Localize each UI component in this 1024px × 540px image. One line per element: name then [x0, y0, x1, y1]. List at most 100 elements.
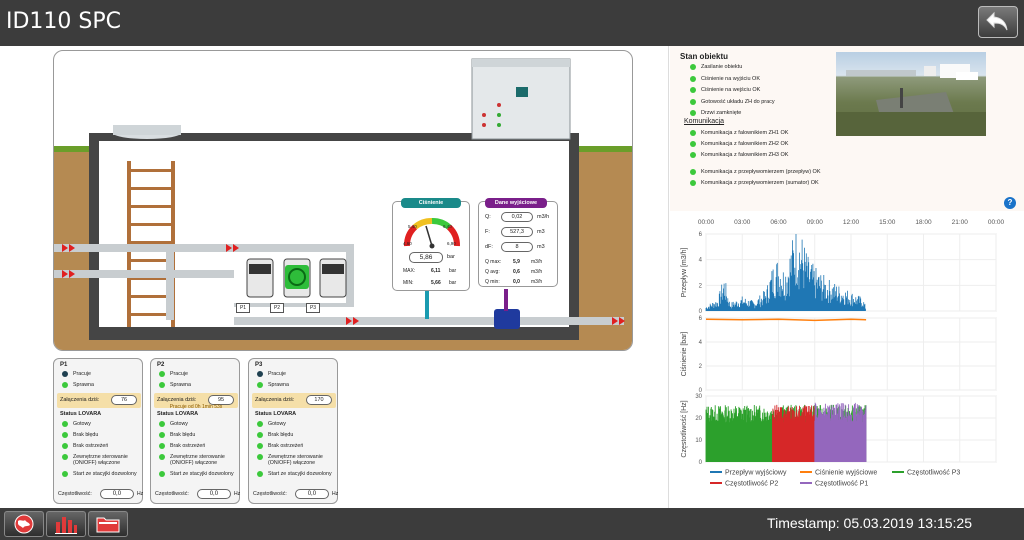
frequency-value: 0,0 — [294, 489, 329, 499]
starts-today-label: Załączenia dziś: — [255, 397, 295, 403]
map-button[interactable] — [4, 511, 44, 537]
panel-divider — [668, 46, 669, 508]
pump-status-row: Gotowy — [257, 421, 286, 427]
x-tick-label: 18:00 — [915, 219, 932, 226]
pressure-value: 5,86 — [409, 252, 443, 263]
status-indicator-icon — [62, 371, 68, 377]
gauge-t1-label: 5,40 — [408, 224, 417, 229]
df-unit: m3 — [537, 244, 545, 250]
gauge-t2-label: 6,40 — [443, 224, 452, 229]
status-item: Drzwi zamknięte — [690, 110, 741, 116]
pump-status-row: Brak błędu — [159, 432, 195, 438]
legend-item: Przepływ wyjściowy — [725, 470, 787, 477]
charts-button[interactable] — [46, 511, 86, 537]
frequency-row: Częstotliwość: 0,0 Hz — [155, 489, 240, 499]
status-title: Stan obiektu — [680, 52, 729, 61]
status-indicator-icon — [159, 382, 165, 388]
output-title: Dane wyjściowe — [485, 198, 547, 208]
status-indicator-icon — [257, 432, 263, 438]
frequency-label: Częstotliwość: — [253, 491, 287, 497]
status-label: Komunikacja z przepływomierzem (sumator)… — [701, 180, 819, 186]
pump-status-label: Zewnętrzne sterowanie (ON/OFF) włączone — [170, 454, 225, 466]
status-indicator-icon — [62, 443, 68, 449]
output-row-q: Q: 0,02 m3/h — [485, 212, 549, 222]
status-label: Gotowość układu ZH do pracy — [701, 98, 775, 105]
pump-status-row: Zewnętrzne sterowanie (ON/OFF) włączone — [257, 454, 336, 466]
gauge-max-label: 6,90 — [447, 241, 456, 246]
pump-status-label: Gotowy — [170, 421, 188, 427]
lovara-status-title: Status LOVARA — [157, 411, 199, 417]
x-tick-label: 06:00 — [770, 219, 787, 226]
lovara-status-title: Status LOVARA — [60, 411, 102, 417]
pump-status-row: Brak ostrzeżeń — [62, 443, 108, 449]
pump-status-row: Brak ostrzeżeń — [257, 443, 303, 449]
x-tick-label: 09:00 — [807, 219, 824, 226]
komunikacja-item: Komunikacja z falownikiem ZH1 OK — [690, 130, 788, 136]
q-value: 0,02 — [501, 212, 533, 222]
frequency-row: Częstotliwość: 0,0 Hz — [58, 489, 143, 499]
starts-today-value: 170 — [306, 395, 332, 405]
pump-status-label: Gotowy — [268, 421, 286, 427]
files-button[interactable] — [88, 511, 128, 537]
back-button[interactable] — [978, 6, 1018, 38]
legend-item: Ciśnienie wyjściowe — [815, 470, 877, 477]
x-tick-label: 15:00 — [879, 219, 896, 226]
pump-status-row: Start ze stacyjki dozwolony — [62, 471, 137, 477]
pump-status-row: Sprawna — [257, 382, 289, 388]
pump-card-p2: P2 Pracuje Sprawna Załączenia dziś: 95 Pracuj… — [150, 358, 240, 504]
df-label: dF: — [485, 244, 493, 250]
legend-item: Częstotliwość P2 — [725, 481, 778, 488]
pump-status-label: Start ze stacyjki dozwolony — [268, 471, 332, 477]
pump-status-label: Brak błędu — [73, 432, 99, 438]
pressure-panel: Ciśnienie 4,60 6,90 5,40 6,40 5,86 bar M… — [392, 198, 470, 291]
title-bar: ID110 SPC — [0, 0, 1024, 46]
starts-today-label: Załączenia dziś: — [157, 397, 197, 403]
status-label: Komunikacja z falownikiem ZH2 OK — [701, 141, 789, 147]
status-indicator-icon — [159, 443, 165, 449]
frequency-value: 0,0 — [99, 489, 134, 499]
bar-chart-icon — [55, 517, 77, 534]
frequency-series-line — [772, 404, 815, 462]
pressure-min-unit: bar — [449, 280, 457, 286]
qavg-label: Q avg: — [485, 269, 500, 275]
status-item: Ciśnienie na wejściu OK — [690, 87, 760, 93]
status-indicator-icon — [690, 87, 696, 93]
y-axis-label: Częstotliwość [Hz] — [681, 400, 688, 457]
status-item: Zasilanie obiektu — [690, 64, 742, 70]
history-chart: 00:00 03:00 06:00 09:00 12:00 15:00 18:00 21:00… — [681, 219, 1005, 488]
starts-today-value: 76 — [111, 395, 137, 405]
y-tick-label: 6 — [699, 316, 703, 322]
status-item: Gotowość układu ZH do pracy — [690, 98, 775, 105]
f-value: 527,3 — [501, 227, 533, 237]
status-indicator-icon — [257, 443, 263, 449]
komunikacja-item: Komunikacja z przepływomierzem (sumator)… — [690, 180, 819, 186]
status-indicator-icon — [690, 75, 696, 82]
pump-card-p3: P3 Pracuje Sprawna Załączenia dziś: 170 Statu… — [248, 358, 338, 504]
status-indicator-icon — [159, 471, 165, 477]
qavg-unit: m3/h — [531, 269, 543, 275]
pump-status-row: Pracuje — [257, 371, 286, 377]
frequency-value: 0,0 — [196, 489, 231, 499]
starts-today: Załączenia dziś: 170 — [252, 393, 336, 408]
site-photo — [836, 52, 986, 136]
status-indicator-icon — [62, 432, 68, 438]
status-indicator-icon — [62, 471, 68, 477]
status-indicator-icon — [62, 454, 68, 460]
flow-series-line — [705, 234, 866, 311]
x-tick-label: 21:00 — [952, 219, 969, 226]
qavg-value: 0,6 — [513, 269, 520, 275]
status-indicator-icon — [690, 64, 696, 70]
status-indicator-icon — [159, 432, 165, 438]
status-indicator-icon — [690, 141, 696, 147]
pump-tag-p1: P1 — [236, 303, 250, 313]
output-row-f: F: 527,3 m3 — [485, 227, 545, 237]
pump-status-row: Gotowy — [159, 421, 188, 427]
starts-today: Załączenia dziś: 95 Pracuje od 0h 1min 53s — [154, 393, 238, 410]
pump-status-label: Start ze stacyjki dozwolony — [73, 471, 137, 477]
x-tick-label: 03:00 — [734, 219, 751, 226]
frequency-label: Częstotliwość: — [58, 491, 92, 497]
qmin-row: Q min: 0,0 m3/h — [485, 279, 542, 285]
help-icon[interactable]: ? — [1004, 197, 1016, 209]
pump-name: P2 — [157, 362, 165, 368]
frequency-unit: Hz — [136, 491, 144, 497]
